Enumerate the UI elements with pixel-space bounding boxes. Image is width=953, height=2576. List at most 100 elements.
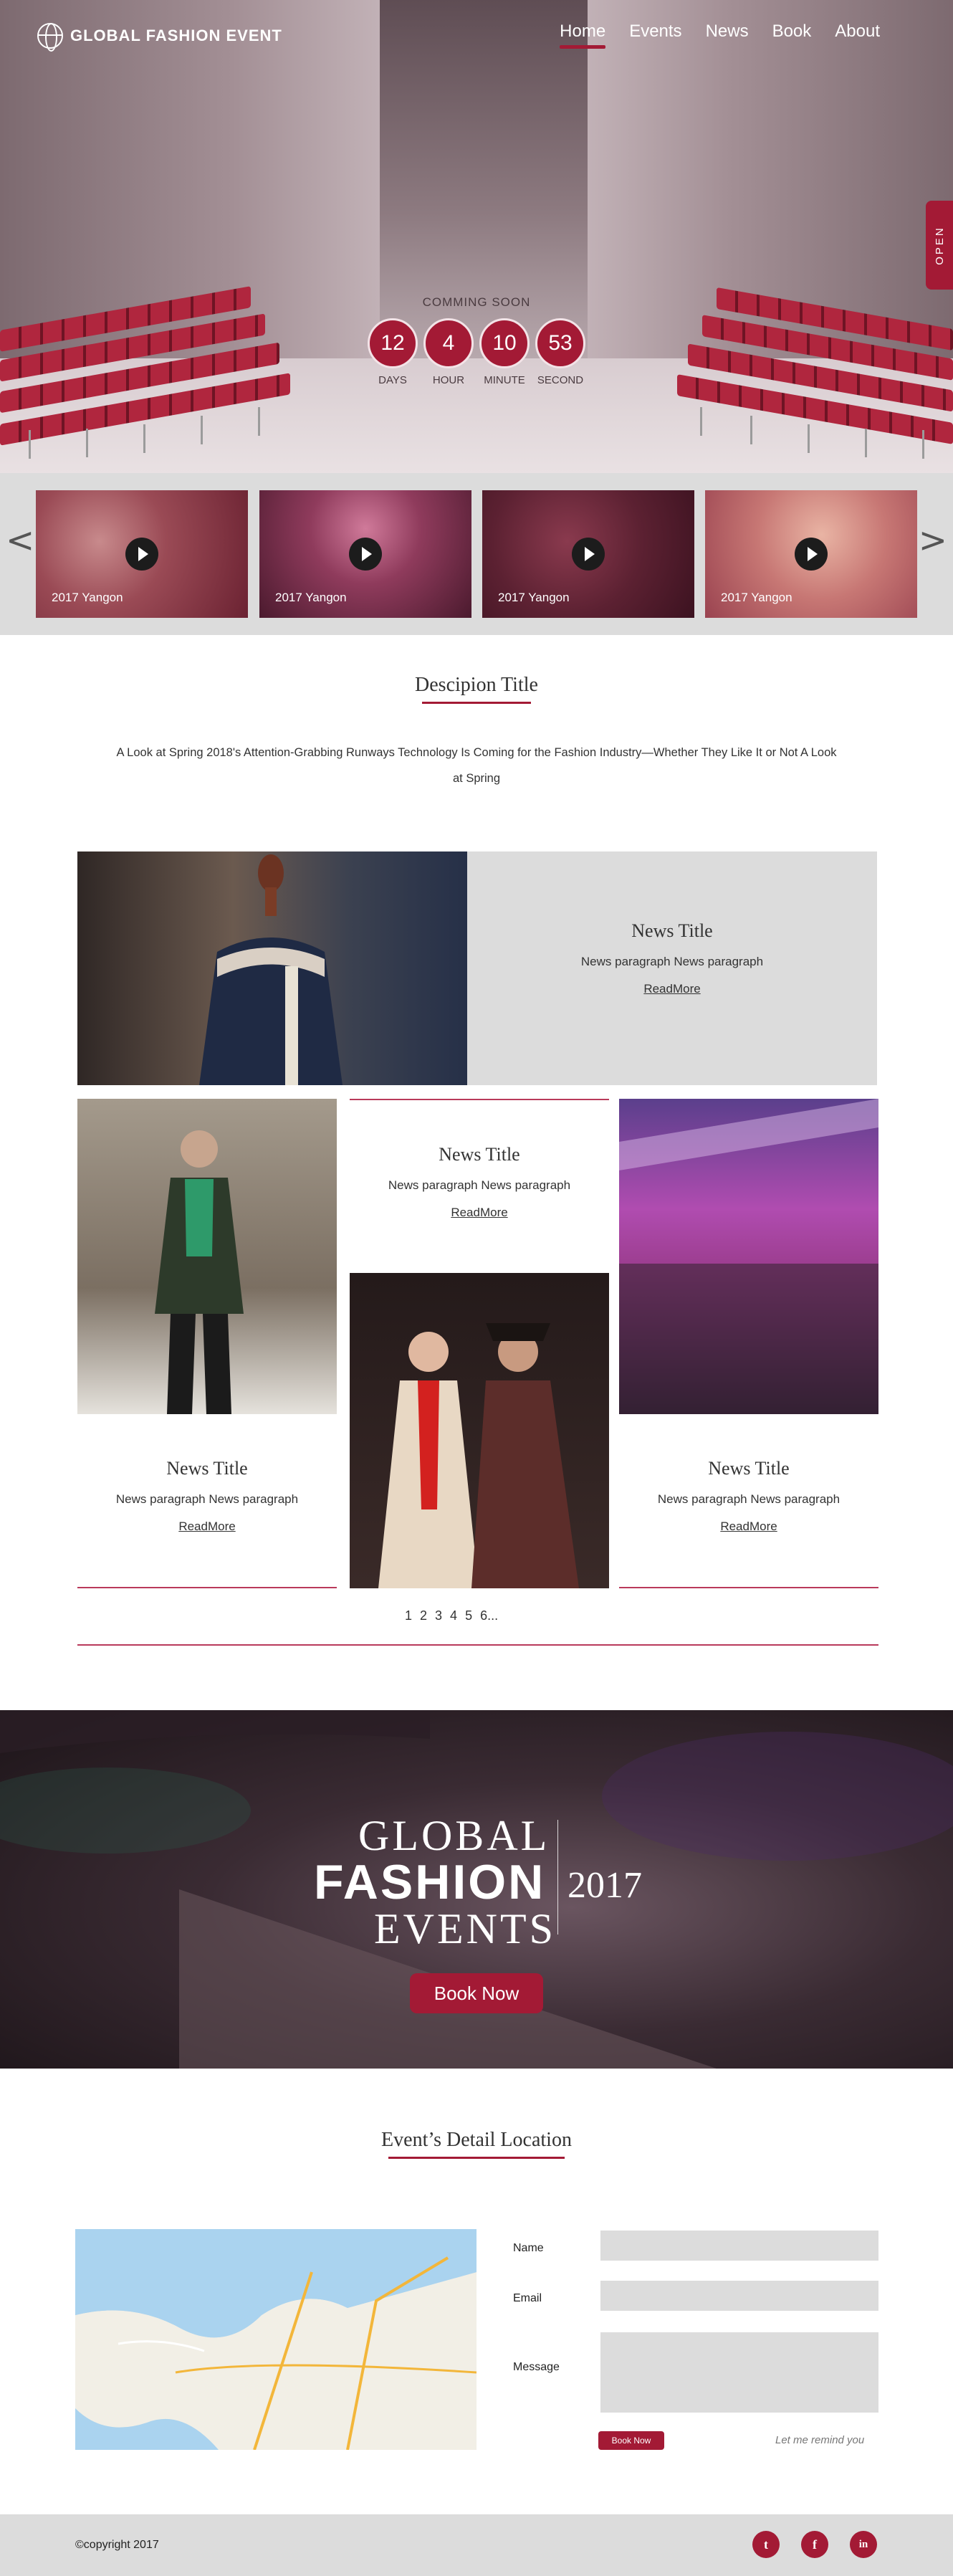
book-now-button[interactable]: Book Now [410, 1973, 543, 2013]
news-image-model [77, 1099, 337, 1414]
copyright-text: ©copyright 2017 [75, 2539, 159, 2551]
audience-illustration [619, 1099, 878, 1414]
countdown: COMMING SOON 12 DAYS 4 HOUR 10 MINUTE 53… [358, 295, 595, 386]
readmore-link[interactable]: ReadMore [720, 1520, 777, 1534]
form-book-now-button[interactable]: Book Now [598, 2431, 664, 2450]
video-caption: 2017 Yangon [52, 591, 123, 604]
video-thumb-2[interactable]: 2017 Yangon [259, 490, 471, 618]
banner-divider [557, 1820, 558, 1935]
news-title: News Title [166, 1458, 248, 1479]
nav-about[interactable]: About [835, 22, 880, 49]
name-label: Name [513, 2242, 544, 2254]
event-banner: GLOBAL FASHION EVENTS 2017 Book Now [0, 1710, 953, 2069]
banner-line-3: EVENTS [374, 1905, 556, 1952]
open-side-tab[interactable]: OPEN [926, 201, 953, 290]
readmore-link[interactable]: ReadMore [178, 1520, 235, 1534]
banner-year: 2017 [568, 1865, 642, 1906]
play-icon[interactable] [572, 538, 605, 571]
countdown-days: 12 DAYS [365, 318, 420, 386]
model-illustration [155, 1130, 244, 1414]
facebook-icon[interactable]: f [801, 2531, 828, 2558]
remind-link[interactable]: Let me remind you [775, 2434, 864, 2446]
video-caption: 2017 Yangon [498, 591, 570, 604]
news-card-featured: News Title News paragraph News paragraph… [467, 920, 877, 996]
banner-line-1: GLOBAL [358, 1812, 550, 1859]
location-title: Event’s Detail Location [0, 2129, 953, 2159]
main-nav: Home Events News Book About [560, 22, 880, 49]
news-paragraph: News paragraph News paragraph [115, 1492, 299, 1506]
hero-seats-left [0, 286, 294, 473]
globe-icon [37, 23, 63, 52]
name-input[interactable] [600, 2231, 878, 2261]
news-card-center: News Title News paragraph News paragraph… [350, 1144, 609, 1220]
readmore-link[interactable]: ReadMore [451, 1206, 507, 1220]
email-label: Email [513, 2292, 542, 2304]
pagination-divider [77, 1644, 878, 1646]
page-link[interactable]: 3 [435, 1608, 442, 1623]
news-divider [77, 1587, 337, 1588]
video-thumb-1[interactable]: 2017 Yangon [36, 490, 248, 618]
countdown-minutes-value: 10 [479, 318, 530, 368]
countdown-heading: COMMING SOON [422, 295, 531, 309]
brand-logo[interactable]: GLOBAL FASHION EVENT [37, 23, 282, 52]
news-title: News Title [631, 920, 713, 941]
nav-news[interactable]: News [706, 22, 749, 49]
costume-illustration [378, 1323, 579, 1588]
news-paragraph: News paragraph News paragraph [388, 1178, 571, 1192]
nav-events[interactable]: Events [629, 22, 681, 49]
open-tab-label: OPEN [933, 225, 946, 265]
brand-name: GLOBAL FASHION EVENT [70, 27, 282, 44]
carousel-next-button[interactable]: > [919, 520, 947, 560]
news-divider [619, 1587, 878, 1588]
countdown-days-label: DAYS [378, 374, 407, 386]
video-caption: 2017 Yangon [275, 591, 347, 604]
description-title: Descipion Title [0, 674, 953, 704]
news-image-costume [350, 1273, 609, 1588]
page-link[interactable]: 4 [450, 1608, 457, 1623]
countdown-minutes: 10 MINUTE [477, 318, 532, 386]
mannequin-illustration [199, 854, 343, 1085]
news-paragraph: News paragraph News paragraph [580, 955, 764, 968]
countdown-days-value: 12 [368, 318, 418, 368]
news-divider [350, 1099, 609, 1100]
countdown-hours-value: 4 [423, 318, 474, 368]
countdown-hours: 4 HOUR [421, 318, 476, 386]
news-card-left: News Title News paragraph News paragraph… [77, 1458, 337, 1534]
news-image-mannequin [77, 851, 467, 1085]
countdown-seconds: 53 SECOND [533, 318, 588, 386]
play-icon[interactable] [349, 538, 382, 571]
countdown-seconds-value: 53 [535, 318, 585, 368]
nav-home[interactable]: Home [560, 22, 606, 49]
email-input[interactable] [600, 2281, 878, 2311]
news-card-right: News Title News paragraph News paragraph… [619, 1458, 878, 1534]
page-link[interactable]: 2 [420, 1608, 427, 1623]
countdown-seconds-label: SECOND [537, 374, 584, 386]
description-text: A Look at Spring 2018's Attention-Grabbi… [116, 746, 837, 785]
video-carousel: < 2017 Yangon 2017 Yangon 2017 Yangon 20… [0, 473, 953, 635]
linkedin-icon[interactable]: in [850, 2531, 877, 2558]
tumblr-icon[interactable]: t [752, 2531, 780, 2558]
news-paragraph: News paragraph News paragraph [657, 1492, 841, 1506]
readmore-link[interactable]: ReadMore [643, 982, 700, 996]
message-label: Message [513, 2361, 560, 2373]
nav-book[interactable]: Book [772, 22, 812, 49]
hero-seats-right [674, 287, 953, 473]
hero-section: GLOBAL FASHION EVENT Home Events News Bo… [0, 0, 953, 473]
carousel-prev-button[interactable]: < [6, 520, 34, 560]
countdown-minutes-label: MINUTE [484, 374, 525, 386]
message-textarea[interactable] [600, 2332, 878, 2413]
footer: ©copyright 2017 t f in [0, 2514, 953, 2576]
news-image-audience [619, 1099, 878, 1414]
page-link[interactable]: 5 [465, 1608, 472, 1623]
play-icon[interactable] [125, 538, 158, 571]
pagination: 1 2 3 4 5 6... [405, 1608, 498, 1623]
location-map[interactable] [75, 2229, 477, 2450]
banner-logo: GLOBAL FASHION EVENTS 2017 [314, 1814, 672, 1950]
play-icon[interactable] [795, 538, 828, 571]
news-title: News Title [708, 1458, 790, 1479]
page-link[interactable]: 1 [405, 1608, 412, 1623]
video-thumb-4[interactable]: 2017 Yangon [705, 490, 917, 618]
video-thumb-3[interactable]: 2017 Yangon [482, 490, 694, 618]
page-link-more[interactable]: 6... [480, 1608, 498, 1623]
map-graphic [75, 2229, 477, 2450]
